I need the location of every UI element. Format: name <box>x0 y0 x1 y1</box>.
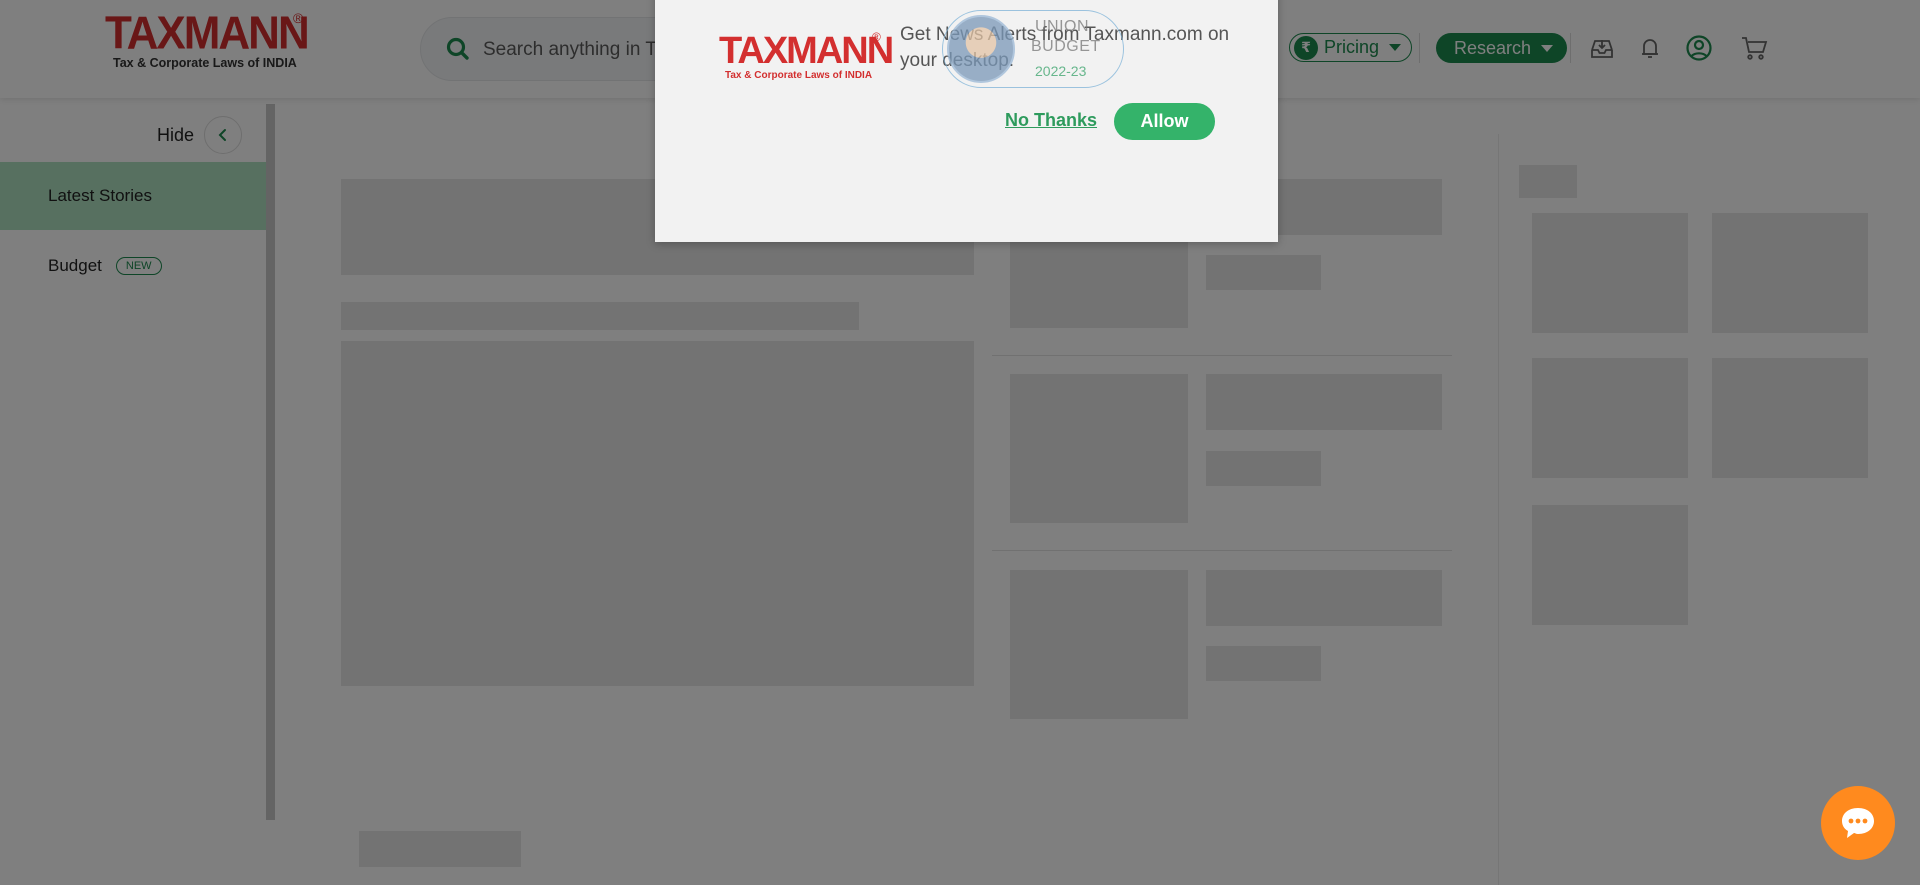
budget-line1: UNION <box>1035 18 1090 35</box>
chat-bubble-icon <box>1842 808 1874 838</box>
union-budget-banner[interactable]: UNION BUDGET 2022-23 <box>942 10 1124 88</box>
popup-logo-wordmark: TAXMANN <box>719 30 894 72</box>
allow-button[interactable]: Allow <box>1114 103 1215 140</box>
popup-logo-registered-mark: ® <box>872 30 881 44</box>
popup-logo-tagline: Tax & Corporate Laws of INDIA <box>725 70 873 81</box>
budget-line2: BUDGET <box>1031 38 1101 55</box>
popup-logo: TAXMANN ® Tax & Corporate Laws of INDIA <box>719 30 894 82</box>
budget-avatar-image <box>947 15 1015 83</box>
no-thanks-button[interactable]: No Thanks <box>1005 110 1097 131</box>
budget-year: 2022-23 <box>1035 63 1087 79</box>
budget-title: UNION BUDGET <box>1031 17 1111 57</box>
chat-button[interactable] <box>1821 786 1895 860</box>
